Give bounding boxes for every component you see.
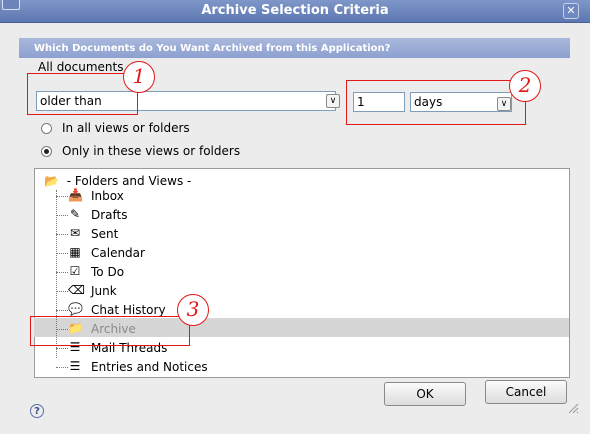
ok-button[interactable]: OK <box>384 382 466 406</box>
calendar-icon: ▦ <box>69 245 81 259</box>
annotation-marker-3: 3 <box>177 294 209 326</box>
radio-only-views-label[interactable]: Only in these views or folders <box>62 143 240 159</box>
header-text: Which Documents do You Want Archived fro… <box>34 43 391 54</box>
tree-branch <box>56 348 68 349</box>
inbox-icon: 📥 <box>68 188 83 202</box>
todo-icon: ☑ <box>69 264 81 278</box>
tree-item-label: Inbox <box>91 189 124 203</box>
tree-item-label: To Do <box>91 265 125 279</box>
tree-branch <box>56 310 68 311</box>
tree-item-label: Sent <box>91 227 119 241</box>
tree-root-label: - Folders and Views - <box>66 174 192 188</box>
tree-branch <box>56 215 68 216</box>
chat-icon: 💬 <box>68 302 83 316</box>
annotation-marker-2: 2 <box>509 70 541 102</box>
annotation-box-3 <box>30 316 190 346</box>
tree-branch <box>56 291 68 292</box>
close-icon[interactable]: ✕ <box>563 3 579 19</box>
tree-item-label: Entries and Notices <box>91 360 208 374</box>
annotation-box-2 <box>346 80 526 125</box>
annotation-marker-1: 1 <box>123 61 155 93</box>
sent-icon: ✉ <box>69 226 81 240</box>
annotation-box-1 <box>27 73 138 115</box>
notices-icon: ☰ <box>69 359 81 373</box>
tree-branch <box>56 253 68 254</box>
chevron-down-icon[interactable]: ∨ <box>326 94 340 108</box>
radio-all-views-label[interactable]: In all views or folders <box>62 120 190 136</box>
tree-item-label: Junk <box>91 284 117 298</box>
tree-items: 📥 Inbox ✎ Drafts ✉ Sent ▦ Calendar ☑ To … <box>0 187 590 377</box>
tree-item-label: Drafts <box>91 208 128 222</box>
radio-only-views[interactable] <box>41 146 52 157</box>
tree-branch <box>56 234 68 235</box>
radio-all-views[interactable] <box>41 123 52 134</box>
cancel-button[interactable]: Cancel <box>485 380 567 404</box>
window-title: Archive Selection Criteria <box>201 3 389 18</box>
tree-branch <box>56 367 68 368</box>
open-folder-icon: 📂 <box>44 174 59 188</box>
all-documents-label: All documents <box>38 60 124 74</box>
help-icon[interactable]: ? <box>30 404 44 418</box>
drafts-icon: ✎ <box>69 207 81 221</box>
resize-grip-icon[interactable] <box>567 402 579 414</box>
junk-icon: ⌫ <box>68 283 85 297</box>
tree-branch <box>56 196 68 197</box>
tree-branch <box>56 272 68 273</box>
tree-item-label: Calendar <box>91 246 145 260</box>
